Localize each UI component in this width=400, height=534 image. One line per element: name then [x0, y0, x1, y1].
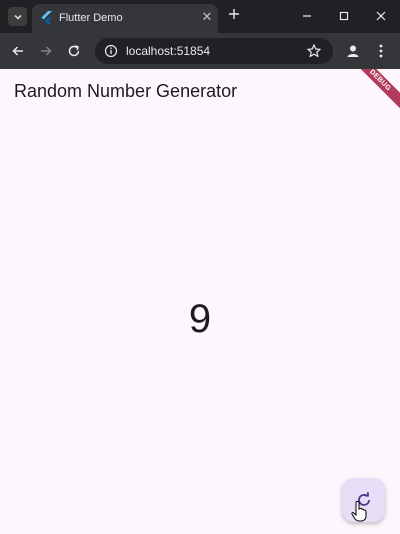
url-text[interactable]: localhost:51854 [126, 44, 210, 58]
minimize-icon [303, 15, 311, 17]
app-bar-title: Random Number Generator [14, 81, 238, 101]
back-button[interactable] [9, 42, 27, 60]
new-tab-button[interactable] [225, 7, 243, 25]
hand-cursor-icon [351, 500, 367, 522]
flutter-logo-icon [41, 11, 52, 25]
debug-banner: DEBUG [347, 69, 400, 113]
chevron-down-icon [13, 14, 22, 20]
arrow-right-icon [41, 46, 52, 56]
close-icon[interactable]: ✕ [200, 10, 214, 24]
tab-title: Flutter Demo [59, 12, 123, 24]
reload-button[interactable] [65, 42, 83, 60]
address-bar[interactable]: localhost:51854 [95, 38, 333, 64]
more-vert-icon[interactable] [372, 42, 390, 60]
maximize-button[interactable] [335, 7, 353, 25]
window-close-button[interactable] [372, 7, 390, 25]
random-number: 9 [188, 297, 212, 341]
app-viewport: Random Number Generator DEBUG 9 [0, 69, 400, 534]
tab-flutter-demo[interactable]: Flutter Demo ✕ [32, 4, 218, 33]
profile-icon[interactable] [344, 42, 362, 60]
arrow-left-icon [12, 46, 23, 56]
plus-icon [229, 9, 239, 19]
maximize-icon [339, 11, 349, 21]
info-icon[interactable] [104, 44, 118, 58]
browser-toolbar: localhost:51854 [0, 33, 400, 69]
minimize-button[interactable] [298, 7, 316, 25]
reload-icon [68, 45, 80, 57]
star-icon[interactable] [306, 43, 322, 59]
tab-search-button[interactable] [8, 7, 27, 26]
forward-button[interactable] [37, 42, 55, 60]
close-icon [376, 11, 386, 21]
tab-strip: Flutter Demo ✕ [0, 0, 400, 33]
